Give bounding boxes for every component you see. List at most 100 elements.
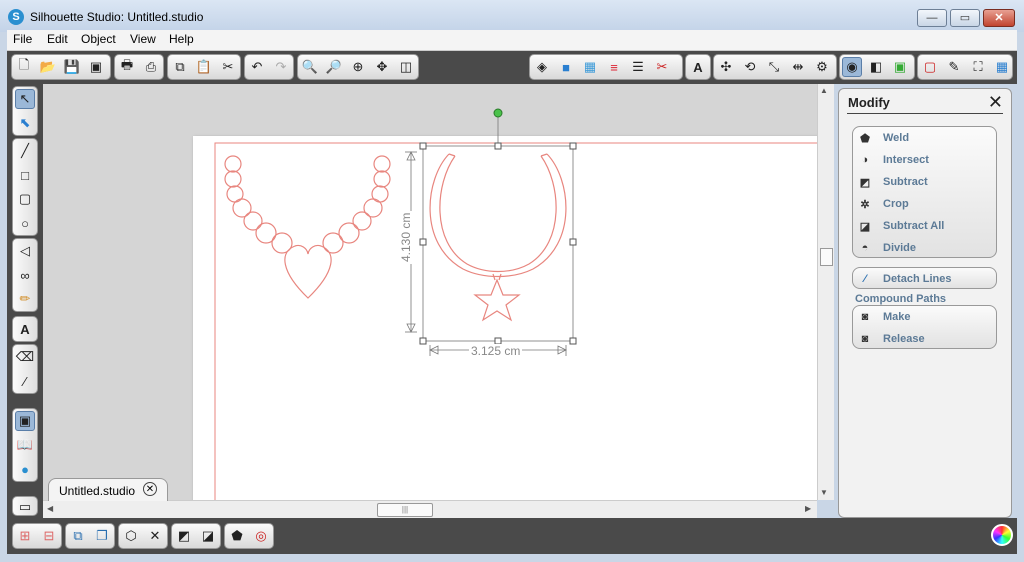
color-wheel-icon[interactable] — [991, 524, 1013, 546]
menu-help[interactable]: Help — [169, 32, 194, 46]
release-compound-path-icon[interactable]: ❐ — [92, 526, 112, 546]
resize-handle[interactable] — [569, 337, 577, 345]
fullscreen-icon[interactable]: ⛶ — [968, 57, 988, 77]
trace-panel-icon[interactable]: ▣ — [890, 57, 910, 77]
scroll-right-icon[interactable]: ▶ — [805, 504, 811, 513]
necklace-star-shape[interactable] — [429, 153, 567, 322]
menu-file[interactable]: File — [13, 32, 32, 46]
ellipse-tool-icon[interactable]: ○ — [15, 213, 35, 233]
page-view-icon[interactable]: ▭ — [15, 497, 35, 517]
fill-color-icon[interactable]: ◈ — [532, 57, 552, 77]
rectangle-tool-icon[interactable]: □ — [15, 165, 35, 185]
resize-handle[interactable] — [494, 142, 502, 150]
vertical-scroll-thumb[interactable] — [820, 248, 833, 266]
offset-panel-icon[interactable]: ◧ — [866, 57, 886, 77]
divide-button[interactable]: ◓ Divide — [857, 239, 992, 257]
menu-view[interactable]: View — [130, 32, 156, 46]
rounded-rectangle-tool-icon[interactable]: ▢ — [15, 189, 35, 209]
line-tool-icon[interactable]: ╱ — [15, 141, 35, 161]
close-tab-icon[interactable]: ✕ — [143, 482, 157, 496]
align-icon[interactable]: ✣ — [716, 57, 736, 77]
bring-to-front-icon[interactable]: ◩ — [174, 526, 194, 546]
registration-marks-icon[interactable]: ▢ — [920, 57, 940, 77]
intersect-button[interactable]: ◑ Intersect — [857, 151, 992, 169]
scale-icon[interactable]: ⤡ — [764, 57, 784, 77]
fit-to-page-icon[interactable]: ◫ — [396, 57, 416, 77]
new-file-icon[interactable]: 🗋 — [14, 57, 34, 77]
eraser-tool-icon[interactable]: ⌫ — [15, 347, 35, 367]
release-compound-button[interactable]: ◙ Release — [857, 330, 992, 348]
zoom-out-icon[interactable]: 🔎 — [324, 57, 344, 77]
weld-button[interactable]: ⬟ Weld — [857, 129, 992, 147]
ungroup-icon[interactable]: ⊟ — [39, 526, 59, 546]
resize-handle[interactable] — [419, 142, 427, 150]
bead-heart-shape[interactable] — [224, 155, 391, 299]
subtract-button[interactable]: ◩ Subtract — [857, 173, 992, 191]
save-to-sd-icon[interactable]: ▣ — [86, 57, 106, 77]
design-page-icon[interactable]: ▣ — [15, 411, 35, 431]
library-icon[interactable]: 📖 — [15, 435, 35, 455]
copy-icon[interactable]: ⧉ — [170, 57, 190, 77]
knife-tool-icon[interactable]: ⁄ — [15, 371, 35, 391]
send-to-back-icon[interactable]: ◪ — [198, 526, 218, 546]
cut-settings-icon[interactable]: ✂ — [652, 57, 672, 77]
grid-icon[interactable]: ▦ — [992, 57, 1012, 77]
undo-icon[interactable]: ↶ — [247, 57, 267, 77]
polygon-tool-icon[interactable]: ◁ — [15, 241, 35, 261]
design-canvas[interactable]: 4.130 cm 3.125 cm — [43, 84, 825, 500]
rotate-handle[interactable] — [493, 108, 503, 118]
zoom-in-icon[interactable]: 🔍 — [300, 57, 320, 77]
scroll-left-icon[interactable]: ◀ — [47, 504, 53, 513]
sketch-pen-icon[interactable]: ✎ — [944, 57, 964, 77]
resize-handle[interactable] — [569, 238, 577, 246]
make-compound-path-icon[interactable]: ⧉ — [68, 526, 88, 546]
scroll-up-icon[interactable]: ▲ — [820, 86, 828, 95]
redo-icon[interactable]: ↷ — [271, 57, 291, 77]
curve-tool-icon[interactable]: ∞ — [15, 265, 35, 285]
horizontal-scrollbar[interactable]: ◀ ||| ▶ — [43, 500, 817, 518]
panel-close-icon[interactable]: ✕ — [988, 93, 1003, 111]
detach-lines-button[interactable]: ⁄ Detach Lines — [857, 270, 992, 288]
delete-icon[interactable]: ✕ — [145, 526, 165, 546]
save-icon[interactable]: 💾 — [62, 57, 82, 77]
crop-button[interactable]: ✲ Crop — [857, 195, 992, 213]
zoom-selection-icon[interactable]: ⊕ — [348, 57, 368, 77]
horizontal-scroll-thumb[interactable]: ||| — [377, 503, 433, 517]
line-color-icon[interactable]: ≡ — [604, 57, 624, 77]
paste-icon[interactable]: 📋 — [194, 57, 214, 77]
scroll-down-icon[interactable]: ▼ — [820, 488, 828, 497]
print-icon[interactable]: 🖶 — [117, 57, 137, 77]
edit-points-icon[interactable]: ⬉ — [15, 113, 35, 133]
select-arrow-icon[interactable]: ↖ — [15, 89, 35, 109]
resize-handle[interactable] — [419, 337, 427, 345]
fill-pattern-icon[interactable]: ▦ — [580, 57, 600, 77]
move-icon[interactable]: ⇹ — [788, 57, 808, 77]
cut-job-icon[interactable]: ⎙ — [141, 57, 161, 77]
rotate-icon[interactable]: ⟲ — [740, 57, 760, 77]
vertical-scrollbar[interactable]: ▲ ▼ — [817, 84, 834, 500]
close-button[interactable]: ✕ — [983, 9, 1015, 27]
resize-handle[interactable] — [419, 238, 427, 246]
maximize-button[interactable]: ▭ — [950, 9, 980, 27]
replicate-icon[interactable]: ⚙ — [812, 57, 832, 77]
selection-box[interactable] — [419, 108, 577, 345]
fill-gradient-icon[interactable]: ■ — [556, 57, 576, 77]
online-store-icon[interactable]: ● — [15, 459, 35, 479]
weld-icon[interactable]: ⬟ — [227, 526, 247, 546]
pan-icon[interactable]: ✥ — [372, 57, 392, 77]
open-file-icon[interactable]: 📂 — [38, 57, 58, 77]
make-compound-button[interactable]: ◙ Make — [857, 308, 992, 326]
duplicate-icon[interactable]: ⬡ — [121, 526, 141, 546]
freehand-tool-icon[interactable]: ✏ — [15, 289, 35, 309]
line-style-icon[interactable]: ☰ — [628, 57, 648, 77]
group-icon[interactable]: ⊞ — [15, 526, 35, 546]
resize-handle[interactable] — [569, 142, 577, 150]
document-tab[interactable]: Untitled.studio ✕ — [48, 478, 168, 501]
modify-panel-icon[interactable]: ◉ — [842, 57, 862, 77]
subtract-all-button[interactable]: ◪ Subtract All — [857, 217, 992, 235]
text-style-icon[interactable]: A — [688, 57, 708, 77]
minimize-button[interactable]: — — [917, 9, 947, 27]
offset-icon[interactable]: ◎ — [251, 526, 271, 546]
menu-edit[interactable]: Edit — [47, 32, 68, 46]
menu-object[interactable]: Object — [81, 32, 116, 46]
